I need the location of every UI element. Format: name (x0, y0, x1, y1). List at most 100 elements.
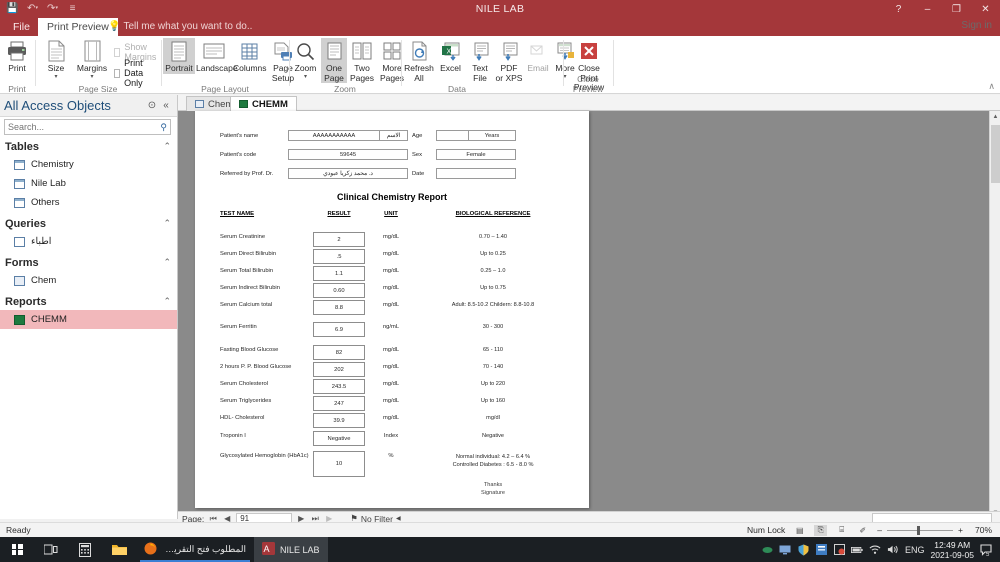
chevron-down-icon[interactable]: ▾ (291, 74, 320, 80)
search-input[interactable] (8, 122, 161, 132)
export-excel-button[interactable]: X Excel (435, 38, 466, 74)
start-button[interactable] (0, 537, 34, 562)
taskbar: المطلوب فتح التقرير... A NILE LAB ENG 12… (0, 537, 1000, 562)
tab-file[interactable]: File (4, 18, 39, 36)
chevron-up-icon[interactable]: ⌃ (163, 218, 171, 229)
test-result[interactable]: 39.9 (313, 413, 365, 428)
test-result[interactable]: Negative (313, 431, 365, 446)
portrait-button[interactable]: Portrait (163, 38, 195, 74)
task-view-button[interactable] (34, 537, 68, 562)
app-tray-icon[interactable] (815, 544, 827, 556)
print-preview-canvas[interactable]: Patient's name AAAAAAAAAAA الاسم Age Yea… (178, 111, 1000, 519)
patient-code-value[interactable]: 59645 (288, 149, 408, 160)
chevron-down-icon[interactable]: ▾ (74, 74, 110, 80)
test-result[interactable]: 10 (313, 451, 365, 477)
file-explorer-icon[interactable] (102, 537, 136, 562)
columns-button[interactable]: Columns (233, 38, 267, 74)
zoom-thumb[interactable] (917, 525, 921, 535)
close-button[interactable]: ✕ (971, 0, 1000, 18)
scrollbar-thumb[interactable] (991, 125, 1000, 183)
print-button[interactable]: Print (0, 38, 34, 74)
clock[interactable]: 12:49 AM 2021-09-05 (931, 540, 974, 560)
test-result[interactable]: 247 (313, 396, 365, 411)
monitor-icon[interactable] (779, 544, 791, 556)
battery-icon[interactable] (851, 544, 863, 556)
layout-view-button[interactable]: ⌸ (835, 525, 848, 536)
export-text-file-button[interactable]: Text File (466, 38, 494, 83)
zoom-track[interactable] (887, 525, 954, 535)
filter-caret-icon[interactable]: ◀ (396, 515, 401, 522)
nav-group-forms[interactable]: Forms ⌃ (0, 254, 177, 271)
wifi-icon[interactable] (869, 544, 881, 556)
restore-button[interactable]: ❐ (942, 0, 971, 18)
patient-code-row: Patient's code 59645 (220, 149, 408, 160)
tab-print-preview[interactable]: Print Preview (38, 18, 118, 36)
print-preview-button[interactable]: ⎘ (814, 524, 828, 536)
chevron-up-icon[interactable]: ⌃ (163, 257, 171, 268)
language-indicator[interactable]: ENG (905, 545, 925, 555)
help-icon[interactable]: ? (884, 0, 913, 18)
nav-filter-icon[interactable]: ⊙ (145, 100, 159, 111)
minimize-button[interactable]: – (913, 0, 942, 18)
nav-item-query-atbaa[interactable]: اطباء (0, 232, 177, 251)
test-result[interactable]: 8.8 (313, 300, 365, 315)
chevron-up-icon[interactable]: ⌃ (163, 141, 171, 152)
design-view-button[interactable]: ✐ (856, 525, 869, 536)
volume-icon[interactable] (887, 544, 899, 556)
report-view-button[interactable]: ▤ (793, 525, 806, 536)
referred-by-value[interactable]: د. محمد زكريا عبودي (288, 168, 408, 179)
nav-group-queries[interactable]: Queries ⌃ (0, 215, 177, 232)
chevron-down-icon[interactable]: ▾ (39, 74, 73, 80)
zoom-button[interactable]: Zoom ▾ (291, 38, 320, 80)
shield-icon[interactable] (797, 544, 809, 556)
calculator-icon[interactable] (68, 537, 102, 562)
scroll-up-arrow[interactable]: ▲ (990, 111, 1000, 123)
two-pages-button[interactable]: Two Pages (348, 38, 376, 83)
screenshot-icon[interactable] (833, 544, 845, 556)
test-result[interactable]: .5 (313, 249, 365, 264)
test-result[interactable]: 82 (313, 345, 365, 360)
collapse-ribbon-icon[interactable]: ∧ (988, 81, 995, 92)
search-icon[interactable]: ⚲ (160, 122, 167, 133)
notifications-icon[interactable]: 5 (980, 543, 994, 558)
nav-collapse-icon[interactable]: « (159, 100, 173, 111)
test-result[interactable]: 0.60 (313, 283, 365, 298)
test-unit: mg/dL (382, 398, 400, 404)
taskbar-app-nile-lab[interactable]: A NILE LAB (254, 537, 328, 562)
test-result[interactable]: 6.9 (313, 322, 365, 337)
table-row: Glycosylated Hemoglobin (HbA1c) 10 % Nor… (195, 451, 589, 477)
nav-item-chemm-report[interactable]: CHEMM (0, 310, 177, 329)
nav-item-chem-form[interactable]: Chem (0, 271, 177, 290)
hidden-icons-chevron[interactable] (761, 544, 773, 556)
patient-name-value[interactable]: AAAAAAAAAAA (288, 130, 380, 141)
age-value[interactable] (436, 130, 469, 141)
age-row: Age Years (412, 130, 516, 141)
zoom-out-button[interactable]: – (877, 525, 882, 535)
tell-me-search[interactable]: 💡 Tell me what you want to do.. (108, 18, 252, 36)
size-button[interactable]: Size ▾ (39, 38, 73, 80)
doc-tab-chemm[interactable]: CHEMM (230, 96, 297, 111)
margins-button[interactable]: Margins ▾ (74, 38, 110, 80)
landscape-button[interactable]: Landscape (196, 38, 238, 74)
export-pdf-button[interactable]: PDF or XPS (494, 38, 524, 83)
test-result[interactable]: 202 (313, 362, 365, 377)
taskbar-app-firefox[interactable]: المطلوب فتح التقرير... (136, 537, 254, 562)
nav-group-reports[interactable]: Reports ⌃ (0, 293, 177, 310)
zoom-slider[interactable]: – + 70% (877, 525, 992, 535)
refresh-all-button[interactable]: Refresh All (403, 38, 435, 83)
test-result[interactable]: 243.5 (313, 379, 365, 394)
nav-group-tables[interactable]: Tables ⌃ (0, 138, 177, 155)
test-result[interactable]: 2 (313, 232, 365, 247)
sex-value[interactable]: Female (436, 149, 516, 160)
date-value[interactable] (436, 168, 516, 179)
nav-item-others[interactable]: Others (0, 193, 177, 212)
nav-item-chemistry[interactable]: Chemistry (0, 155, 177, 174)
nav-item-nile-lab[interactable]: Nile Lab (0, 174, 177, 193)
zoom-in-button[interactable]: + (958, 525, 963, 535)
chevron-up-icon[interactable]: ⌃ (163, 296, 171, 307)
test-result[interactable]: 1.1 (313, 266, 365, 281)
one-page-button[interactable]: One Page (321, 38, 347, 83)
sign-in-link[interactable]: Sign in (961, 20, 992, 31)
nav-search-box[interactable]: ⚲ (4, 119, 171, 135)
vertical-scrollbar[interactable]: ▲ ▼ (989, 111, 1000, 519)
